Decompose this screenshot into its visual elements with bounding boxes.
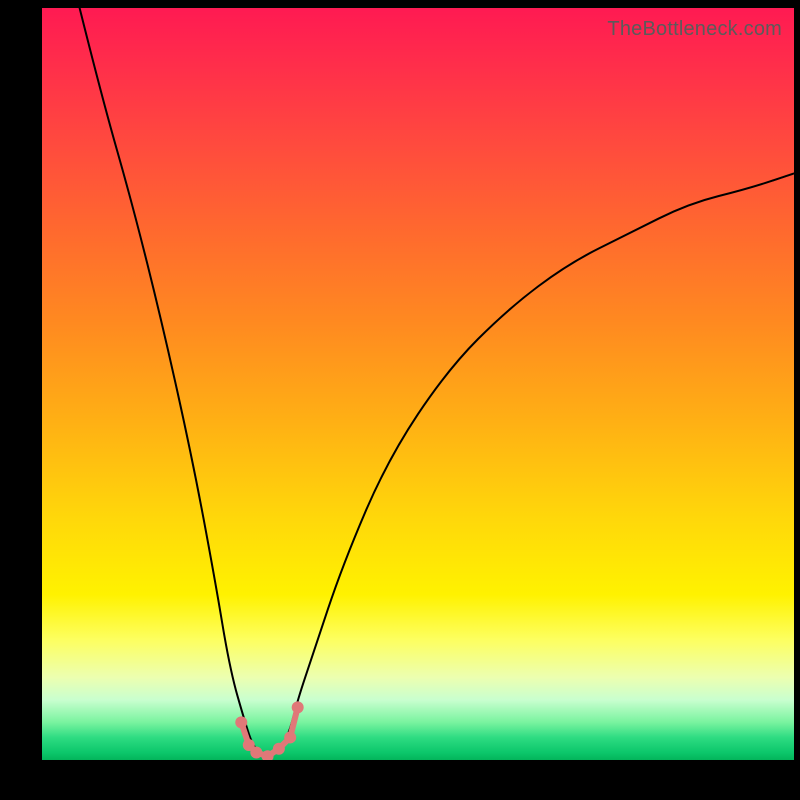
trough-marker-dot [292,701,304,713]
trough-marker-dot [235,716,247,728]
trough-marker-dot [284,731,296,743]
curve-layer [42,8,794,760]
plot-area: TheBottleneck.com [42,8,794,760]
chart-frame: TheBottleneck.com [0,0,800,800]
trough-marker-dot [273,743,285,755]
bottleneck-curve [80,8,794,756]
trough-marker-dot [250,746,262,758]
